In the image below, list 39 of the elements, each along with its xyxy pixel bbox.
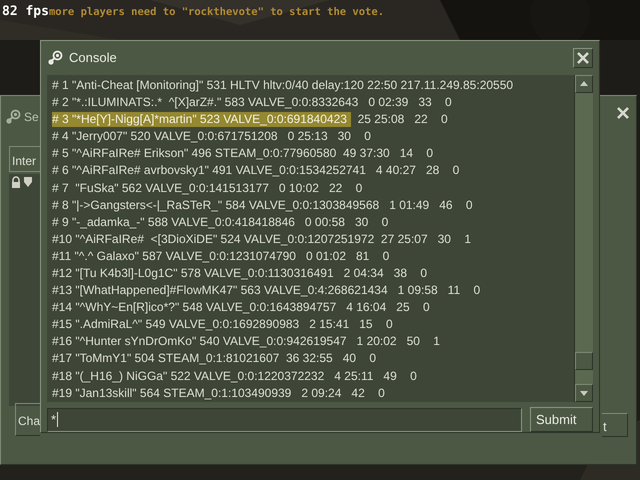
console-line: # 5 "^AiRFaIRe# Erikson" 496 STEAM_0:0:77960580 49 37:30 14 0 xyxy=(52,146,434,162)
steam-icon xyxy=(47,50,63,66)
tab[interactable]: Inter xyxy=(9,146,40,172)
console-line: # 7 "FuSka" 562 VALVE_0:0:141513177 0 10:02 22 0 xyxy=(52,180,362,196)
console-line: # 6 "^AiRFaIRe# avrbovsky1" 491 VALVE_0:0:1534252741 4 40:27 28 0 xyxy=(52,163,460,178)
fps-counter: 82 fps xyxy=(2,3,49,21)
console-line: # 2 "*.:ILUMINATS:.* ^[X]arZ#." 583 VALVE_0:0:8332643 0 02:39 33 0 xyxy=(52,95,452,110)
steam-icon xyxy=(5,109,21,125)
window-title: Console xyxy=(69,49,117,68)
close-icon[interactable] xyxy=(616,106,630,120)
console-line: #19 "Jan13skill" 564 STEAM_0:1:103490939 2 09:24 42 0 xyxy=(52,386,385,401)
console-line: #14 "^WhY~En[R]ico*?" 548 VALVE_0:0:1643894757 4 16:04 25 0 xyxy=(52,300,430,316)
console-line: #16 "^Hunter sYnDrOmKo" 540 VALVE_0:0:942619547 1 20:02 50 1 xyxy=(52,334,440,350)
console-line: # 9 "-_adamka_-" 588 VALVE_0:0:418418846 0 00:58 30 0 xyxy=(52,214,388,230)
down-arrow-icon xyxy=(580,390,588,396)
chat-message: more players need to "rockthevote" to start the vote. xyxy=(48,5,384,20)
up-arrow-icon xyxy=(580,81,588,86)
window-title: Se xyxy=(24,109,39,126)
secondary-button[interactable]: t xyxy=(602,413,628,437)
command-input[interactable]: * xyxy=(47,408,522,432)
console-line: #12 "[Tu K4b3l]-L0g1C" 578 VALVE_0:0:1130316491 2 04:34 38 0 xyxy=(52,266,428,281)
shield-icon xyxy=(23,176,33,188)
console-line: #18 "(_H16_) NiGGa" 522 VALVE_0:0:1220372232 4 25:11 49 0 xyxy=(52,368,417,384)
console-line: #11 "^.^ Galaxo" 587 VALVE_0:0:1231074790 0 01:02 81 0 xyxy=(52,248,390,264)
console-line: #13 "[WhatHappened]#FlowMK47" 563 VALVE_0:4:268621434 1 09:58 11 0 xyxy=(52,283,480,298)
console-line: #17 "ToMmY1" 504 STEAM_0:1:81021607 36 32:55 40 0 xyxy=(52,351,376,366)
scroll-up-button[interactable] xyxy=(575,74,593,93)
console-line: # 8 "|->Gangsters<-|_RaSTeR_" 584 VALVE_0:0:1303849568 1 01:49 46 0 xyxy=(52,198,473,213)
close-icon[interactable] xyxy=(576,50,590,65)
console-line: 25 25:08 22 0 xyxy=(356,112,448,128)
scrollbar[interactable] xyxy=(574,74,593,402)
lock-icon xyxy=(11,176,21,188)
console-line: #10 "^AiRFaIRe# <[3DioXiDE" 524 VALVE_0:0:1207251972 27 25:07 30 1 xyxy=(52,232,471,247)
console-line: # 4 "Jerry007" 520 VALVE_0:0:671751208 0 25:13 30 0 xyxy=(52,129,371,144)
console-line: #15 ".AdmiRaL^" 549 VALVE_0:0:1692890983 2 15:41 15 0 xyxy=(52,317,393,332)
scroll-thumb[interactable] xyxy=(575,352,593,370)
scroll-down-button[interactable] xyxy=(575,384,593,402)
submit-button[interactable]: Submit xyxy=(530,407,593,432)
console-line: # 1 "Anti-Cheat [Monitoring]" 531 HLTV hltv:0/40 delay:120 22:50 217.11.249.85:20550 xyxy=(52,78,514,93)
